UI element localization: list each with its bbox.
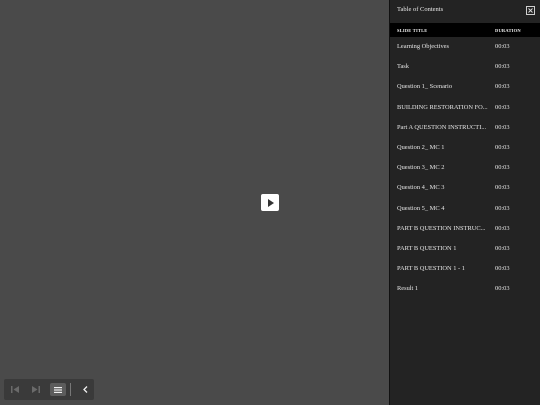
toc-item-duration: 00:03 [495, 164, 510, 172]
toc-item[interactable]: Result 1 00:03 [390, 279, 540, 299]
table-of-contents-panel: Table of Contents SLIDE TITLE DURATION L… [389, 0, 540, 405]
toc-item[interactable]: Question 1_ Scenario 00:03 [390, 77, 540, 97]
controls-divider [70, 383, 72, 396]
toc-item-duration: 00:03 [495, 143, 510, 151]
next-slide-button[interactable] [25, 379, 43, 400]
toc-item-title: BUILDING RESTORATION FO... [397, 103, 488, 111]
previous-slide-button[interactable] [7, 379, 25, 400]
toc-item-duration: 00:03 [495, 83, 510, 91]
toc-item[interactable]: Question 5_ MC 4 00:03 [390, 199, 540, 219]
chevron-left-icon [83, 386, 88, 393]
toc-item[interactable]: BUILDING RESTORATION FO... 00:03 [390, 98, 540, 118]
toc-list: Learning Objectives 00:03 Task 00:03 Quest… [390, 37, 540, 299]
toc-item-duration: 00:03 [495, 123, 510, 131]
close-button[interactable] [526, 6, 535, 15]
toc-title: Table of Contents [397, 6, 444, 13]
toc-item-title: Question 5_ MC 4 [397, 204, 445, 212]
collapse-sidebar-button[interactable] [77, 379, 94, 400]
toc-item[interactable]: Question 2_ MC 1 00:03 [390, 138, 540, 158]
toc-item-title: Question 2_ MC 1 [397, 143, 445, 151]
toc-item-title: Task [397, 63, 409, 71]
toc-item-duration: 00:03 [495, 204, 510, 212]
toc-item-duration: 00:03 [495, 285, 510, 293]
toc-item-duration: 00:03 [495, 244, 510, 252]
toc-item-title: Learning Objectives [397, 43, 449, 50]
toc-item-duration: 00:03 [495, 265, 510, 273]
toc-item-duration: 00:03 [495, 63, 510, 71]
toc-item-title: PART B QUESTION 1 - 1 [397, 265, 465, 273]
toc-item[interactable]: PART B QUESTION 1 00:03 [390, 239, 540, 259]
toc-item[interactable]: PART B QUESTION INSTRUC... 00:03 [390, 219, 540, 239]
play-button[interactable] [261, 194, 279, 211]
toc-item-title: PART B QUESTION 1 [397, 244, 457, 252]
toc-item-duration: 00:03 [495, 224, 510, 232]
toc-item[interactable]: Question 3_ MC 2 00:03 [390, 158, 540, 178]
menu-button[interactable] [49, 383, 67, 396]
toc-item-title: PART B QUESTION INSTRUC... [397, 224, 486, 232]
toc-item-title: Question 3_ MC 2 [397, 164, 445, 172]
toc-item-duration: 00:03 [495, 43, 510, 50]
toc-item-title: Question 4_ MC 3 [397, 184, 445, 192]
next-slide-icon [31, 386, 40, 393]
toc-item[interactable]: PART B QUESTION 1 - 1 00:03 [390, 259, 540, 279]
close-icon [528, 8, 533, 13]
toc-item-title: Question 1_ Scenario [397, 83, 453, 91]
toc-header: Table of Contents [390, 0, 540, 23]
toc-item[interactable]: Question 4_ MC 3 00:03 [390, 178, 540, 198]
toc-item[interactable]: Learning Objectives 00:03 [390, 37, 540, 57]
menu-icon [54, 386, 63, 393]
toc-item-title: Result 1 [397, 285, 419, 293]
toc-item[interactable]: Task 00:03 [390, 57, 540, 77]
playback-controls [4, 379, 94, 400]
toc-column-header: SLIDE TITLE DURATION [390, 23, 540, 37]
toc-item[interactable]: Part A QUESTION INSTRUCTI... 00:03 [390, 118, 540, 138]
toc-item-duration: 00:03 [495, 184, 510, 192]
play-icon [268, 198, 274, 207]
toc-item-duration: 00:03 [495, 103, 510, 111]
duration-column-label: DURATION [495, 28, 521, 33]
slide-stage [0, 0, 389, 405]
previous-slide-icon [11, 386, 20, 393]
toc-item-title: Part A QUESTION INSTRUCTI... [397, 123, 487, 131]
slide-title-column-label: SLIDE TITLE [397, 28, 428, 33]
